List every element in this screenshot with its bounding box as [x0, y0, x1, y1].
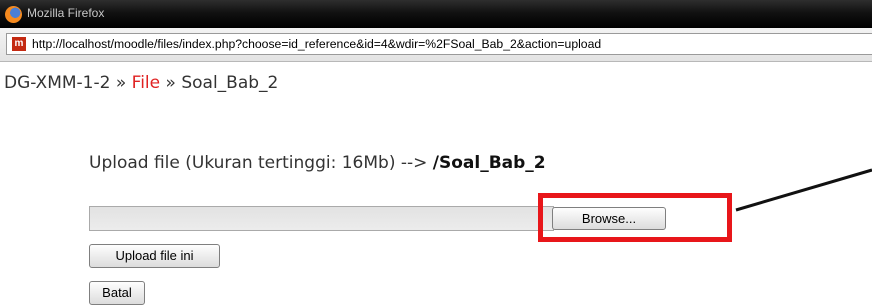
window-title: Mozilla Firefox	[27, 6, 105, 20]
upload-directory: /Soal_Bab_2	[432, 153, 546, 173]
firefox-icon	[5, 6, 22, 23]
file-path-field[interactable]	[89, 206, 554, 231]
upload-file-button[interactable]: Upload file ini	[89, 244, 220, 268]
breadcrumb-separator: »	[110, 73, 132, 93]
breadcrumb-separator: »	[160, 73, 182, 93]
callout-arrow-line	[735, 168, 872, 212]
address-url[interactable]: http://localhost/moodle/files/index.php?…	[32, 37, 601, 51]
breadcrumb: DG-XMM-1-2 » File » Soal_Bab_2	[4, 73, 278, 93]
navigation-toolbar: m http://localhost/moodle/files/index.ph…	[0, 28, 872, 62]
moodle-favicon-icon: m	[12, 37, 26, 51]
breadcrumb-file[interactable]: File	[132, 73, 160, 93]
address-bar[interactable]: m http://localhost/moodle/files/index.ph…	[6, 33, 872, 55]
highlight-box	[538, 193, 732, 242]
breadcrumb-course[interactable]: DG-XMM-1-2	[4, 73, 110, 93]
cancel-button[interactable]: Batal	[89, 281, 145, 305]
breadcrumb-folder: Soal_Bab_2	[181, 73, 279, 93]
upload-heading: Upload file (Ukuran tertinggi: 16Mb) -->…	[89, 153, 546, 173]
window-titlebar: Mozilla Firefox	[0, 0, 872, 28]
upload-heading-text: Upload file (Ukuran tertinggi: 16Mb) -->	[89, 153, 428, 173]
